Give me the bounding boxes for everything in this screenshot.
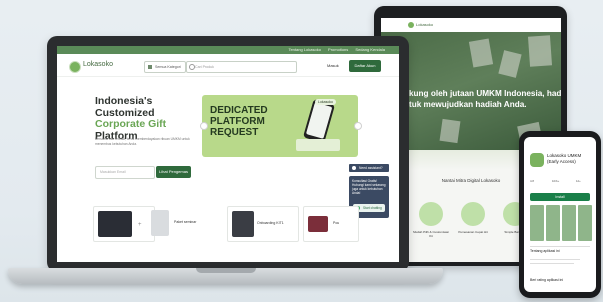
search-input[interactable]: Cari Produk bbox=[186, 61, 297, 73]
text-line bbox=[530, 259, 580, 260]
chat-text: Konsultasi Gratis! Hubungi kami sekarang… bbox=[352, 179, 386, 195]
feature-illustration bbox=[419, 202, 443, 226]
phone-illustration bbox=[302, 98, 336, 144]
product-label: Paket seminar bbox=[174, 220, 197, 224]
divider bbox=[530, 246, 590, 247]
feature-illustration bbox=[461, 202, 485, 226]
stat-age: 12+ bbox=[576, 179, 581, 183]
product-carousel: + Paket seminar Onboarding KIT1 Pou bbox=[93, 206, 359, 248]
logo-icon bbox=[408, 22, 414, 28]
photo-shape bbox=[527, 35, 553, 67]
photo-shape bbox=[498, 50, 522, 78]
about-link[interactable]: Tentang aplikasi ini bbox=[530, 249, 560, 253]
app-stats: 4.8 10rb+ 12+ bbox=[530, 179, 592, 189]
email-input[interactable]: Masukkan Email bbox=[95, 166, 155, 179]
laptop-notch bbox=[196, 268, 256, 273]
cta-button[interactable]: Lihat Pengemas bbox=[156, 166, 191, 178]
product-image bbox=[98, 211, 132, 237]
topbar-link[interactable]: Sedang Kendala bbox=[355, 47, 385, 52]
screenshot-strip[interactable] bbox=[530, 205, 592, 241]
install-button[interactable]: Install bbox=[530, 193, 590, 201]
hero-title-line: Indonesia's bbox=[95, 95, 153, 107]
tablet-brand: Lokasoko bbox=[416, 22, 434, 27]
carousel-prev-button[interactable] bbox=[200, 122, 208, 130]
banner-logo: Lokasoko bbox=[315, 99, 336, 105]
tablet-hero-text: dukung oleh jutaan UMKM Indonesia, hadir… bbox=[399, 89, 561, 109]
app-icon bbox=[530, 153, 544, 167]
text-line bbox=[530, 263, 574, 264]
stat-rating: 4.8 bbox=[530, 179, 534, 183]
product-label: Pou bbox=[333, 221, 340, 225]
carousel-next-button[interactable] bbox=[354, 122, 362, 130]
product-image bbox=[308, 216, 328, 232]
grid-icon bbox=[148, 65, 152, 69]
category-button[interactable]: Semua Kategori bbox=[144, 61, 186, 73]
app-title: Lokasoko UMKM (Early Access) bbox=[547, 153, 582, 164]
login-link[interactable]: Masuk bbox=[327, 63, 339, 68]
status-bar bbox=[524, 137, 596, 143]
product-image bbox=[232, 211, 254, 237]
promo-banner[interactable]: DEDICATED PLATFORM REQUEST Lokasoko bbox=[202, 95, 358, 157]
product-card[interactable]: Paket seminar bbox=[145, 206, 217, 240]
search-icon bbox=[189, 64, 195, 70]
feature-label: Pemesanan Cepat Hit bbox=[458, 230, 488, 234]
photo-shape bbox=[439, 118, 461, 144]
app-screenshot bbox=[546, 205, 560, 241]
plus-icon: + bbox=[138, 222, 142, 228]
app-screenshot bbox=[562, 205, 576, 241]
product-image bbox=[151, 210, 169, 236]
signup-button[interactable]: Daftar Akun bbox=[349, 60, 381, 72]
hero-title-line: Corporate Gift bbox=[95, 118, 167, 130]
product-label: Onboarding KIT1 bbox=[257, 221, 284, 225]
hero-subtitle: Bersama kita terbaik, terus memberdayaka… bbox=[95, 137, 190, 146]
laptop-screen: Tentang Lokasoko Promotions Sedang Kenda… bbox=[57, 46, 399, 262]
app-screenshot bbox=[578, 205, 592, 241]
stat-downloads: 10rb+ bbox=[552, 179, 560, 183]
rating-link[interactable]: Beri rating aplikasi ini bbox=[530, 278, 563, 282]
photo-shape bbox=[468, 38, 494, 68]
phone-screen: Lokasoko UMKM (Early Access) 4.8 10rb+ 1… bbox=[524, 137, 596, 292]
topbar-link[interactable]: Promotions bbox=[328, 47, 348, 52]
brand-name[interactable]: Lokasoko bbox=[83, 61, 113, 68]
hero-title: Indonesia's Customized Corporate Gift Pl… bbox=[95, 95, 205, 142]
feature-label: Mudah Pilih & Customisasi Kit bbox=[413, 230, 449, 238]
product-card[interactable]: Pou bbox=[303, 206, 359, 242]
card-illustration bbox=[296, 139, 340, 151]
logo-icon[interactable] bbox=[69, 61, 81, 73]
search-placeholder: Cari Produk bbox=[195, 65, 214, 69]
top-bar: Tentang Lokasoko Promotions Sedang Kenda… bbox=[57, 46, 399, 54]
tablet-navbar: Lokasoko bbox=[381, 18, 561, 32]
banner-text: DEDICATED PLATFORM REQUEST bbox=[210, 105, 268, 138]
app-screenshot bbox=[530, 205, 544, 241]
topbar-link[interactable]: Tentang Lokasoko bbox=[288, 47, 320, 52]
chat-header[interactable]: Need assistant? bbox=[349, 164, 389, 172]
product-card[interactable]: Onboarding KIT1 bbox=[227, 206, 299, 242]
category-button-label: Semua Kategori bbox=[155, 65, 181, 69]
